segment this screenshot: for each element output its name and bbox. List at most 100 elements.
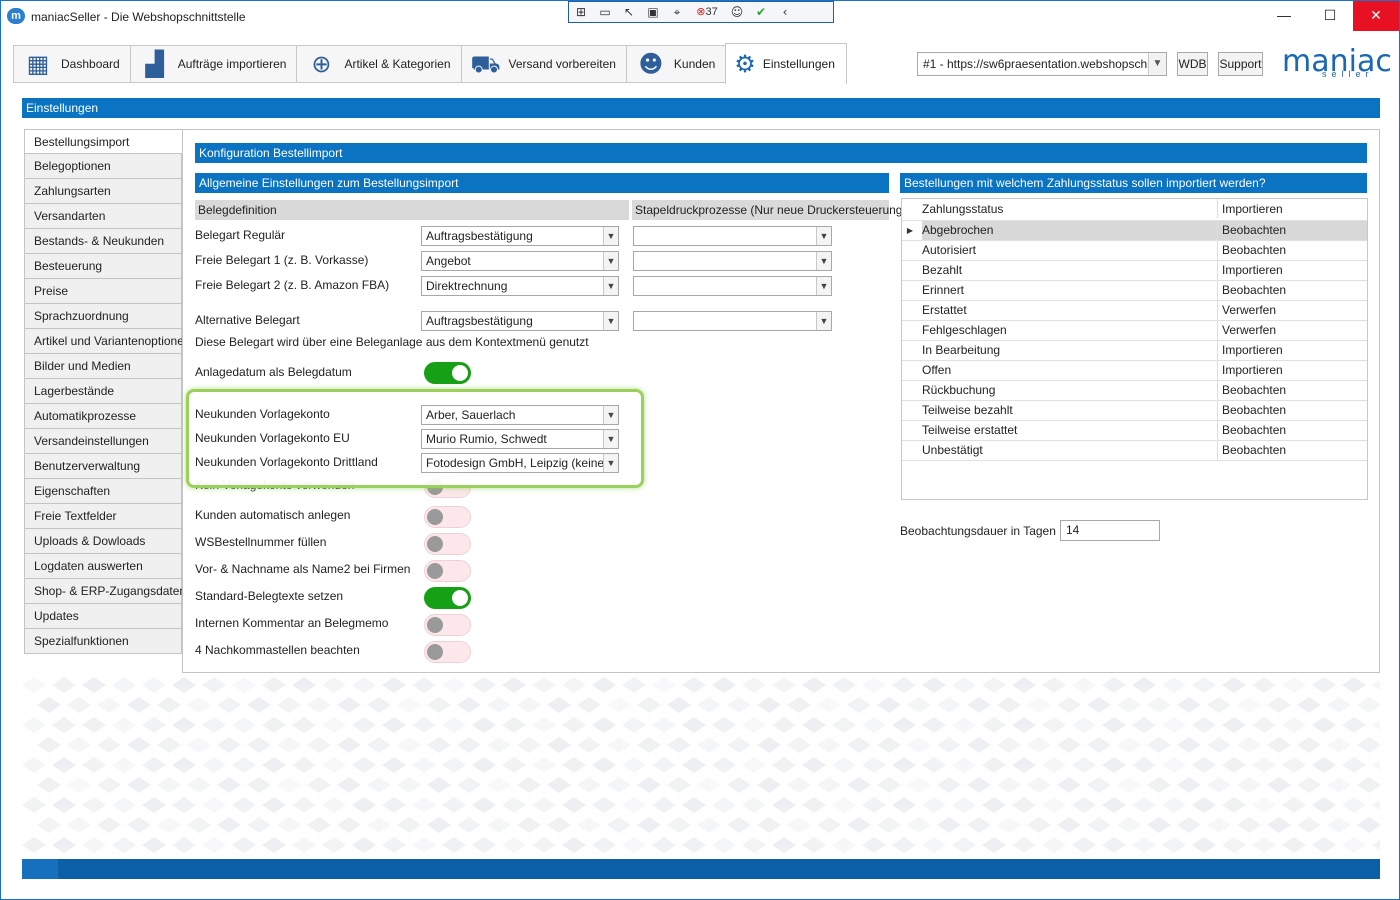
- select-element-icon[interactable]: ⊞: [569, 2, 593, 22]
- check-icon[interactable]: ✔: [749, 2, 773, 22]
- nav-item[interactable]: Versandeinstellungen: [24, 429, 182, 454]
- setting-toggle[interactable]: [424, 614, 471, 636]
- nav-item[interactable]: Bestands- & Neukunden: [24, 229, 182, 254]
- tab-einstellungen[interactable]: ⚙ Einstellungen: [725, 43, 848, 84]
- table-row[interactable]: Teilweise erstattet Beobachten: [902, 421, 1367, 441]
- nav-item[interactable]: Lagerbestände: [24, 379, 182, 404]
- action-cell[interactable]: Beobachten: [1217, 421, 1367, 440]
- nav-item[interactable]: Uploads & Dowloads: [24, 529, 182, 554]
- table-row[interactable]: Erstattet Verwerfen: [902, 301, 1367, 321]
- stapeldruck-regulaer-select[interactable]: ▼: [633, 226, 832, 246]
- setting-toggle[interactable]: [424, 533, 471, 555]
- tab-artikel[interactable]: ⊕ Artikel & Kategorien: [296, 45, 461, 83]
- setting-toggle[interactable]: [424, 560, 471, 582]
- neukunden-dritt-select[interactable]: Fotodesign GmbH, Leipzig (keine... ▼: [421, 453, 619, 473]
- action-cell[interactable]: Beobachten: [1217, 241, 1367, 260]
- nav-item[interactable]: Eigenschaften: [24, 479, 182, 504]
- tab-auftraege[interactable]: ▟ Aufträge importieren: [129, 45, 297, 83]
- stapeldruck-freie2-select[interactable]: ▼: [633, 276, 832, 296]
- days-input[interactable]: 14: [1060, 520, 1160, 541]
- tab-dashboard[interactable]: ▦ Dashboard: [13, 45, 130, 83]
- action-cell[interactable]: Beobachten: [1217, 441, 1367, 460]
- action-cell[interactable]: Verwerfen: [1217, 301, 1367, 320]
- setting-toggle[interactable]: [424, 641, 471, 663]
- frame-icon[interactable]: ▣: [641, 2, 665, 22]
- action-cell[interactable]: Beobachten: [1217, 401, 1367, 420]
- minimize-button[interactable]: —: [1261, 1, 1307, 31]
- table-row[interactable]: Rückbuchung Beobachten: [902, 381, 1367, 401]
- toggle-knob: [427, 617, 443, 633]
- chevron-down-icon[interactable]: ▼: [603, 277, 618, 295]
- tab-versand[interactable]: ⛟ Versand vorbereiten: [460, 45, 626, 83]
- status-bar-indicator: [22, 859, 58, 879]
- nav-item[interactable]: Updates: [24, 604, 182, 629]
- binding-count[interactable]: ⊗37: [689, 2, 725, 22]
- accessibility-icon[interactable]: ☺: [725, 2, 749, 22]
- table-row[interactable]: In Bearbeitung Importieren: [902, 341, 1367, 361]
- collapse-icon[interactable]: ‹: [773, 2, 797, 22]
- neukunden-select[interactable]: Arber, Sauerlach ▼: [421, 405, 619, 425]
- belegart-regulaer-select[interactable]: Auftragsbestätigung ▼: [421, 226, 619, 246]
- chevron-down-icon[interactable]: ▼: [603, 227, 618, 245]
- stapeldruck-alternative-select[interactable]: ▼: [633, 311, 832, 331]
- nav-item[interactable]: Preise: [24, 279, 182, 304]
- maximize-button[interactable]: ☐: [1307, 1, 1353, 31]
- tab-kunden[interactable]: ☻ Kunden: [625, 45, 726, 83]
- action-cell[interactable]: Verwerfen: [1217, 321, 1367, 340]
- screen-icon[interactable]: ▭: [593, 2, 617, 22]
- action-cell[interactable]: Beobachten: [1217, 281, 1367, 300]
- chevron-down-icon[interactable]: ▼: [816, 227, 831, 245]
- table-row[interactable]: ▶ Abgebrochen Beobachten: [902, 221, 1367, 241]
- chevron-down-icon[interactable]: ▼: [603, 454, 618, 472]
- neukunden-eu-select[interactable]: Murio Rumio, Schwedt ▼: [421, 429, 619, 449]
- freie-belegart2-select[interactable]: Direktrechnung ▼: [421, 276, 619, 296]
- chevron-down-icon[interactable]: ▼: [816, 252, 831, 270]
- chevron-down-icon[interactable]: ▼: [603, 312, 618, 330]
- nav-item[interactable]: Zahlungsarten: [24, 179, 182, 204]
- chevron-down-icon[interactable]: ▼: [603, 252, 618, 270]
- chevron-down-icon[interactable]: ▼: [816, 277, 831, 295]
- table-row[interactable]: Unbestätigt Beobachten: [902, 441, 1367, 461]
- freie-belegart1-select[interactable]: Angebot ▼: [421, 251, 619, 271]
- action-cell[interactable]: Importieren: [1217, 261, 1367, 280]
- table-row[interactable]: Autorisiert Beobachten: [902, 241, 1367, 261]
- chevron-down-icon[interactable]: ▼: [603, 406, 618, 424]
- nav-item[interactable]: Artikel und Variantenoptionen: [24, 329, 191, 354]
- wdb-button[interactable]: WDB: [1177, 52, 1208, 76]
- nav-item[interactable]: Bestellungsimport: [24, 129, 184, 154]
- nav-item[interactable]: Freie Textfelder: [24, 504, 182, 529]
- action-cell[interactable]: Beobachten: [1217, 221, 1367, 240]
- nav-item[interactable]: Sprachzuordnung: [24, 304, 182, 329]
- pointer-icon[interactable]: ↖: [617, 2, 641, 22]
- nav-item[interactable]: Bilder und Medien: [24, 354, 182, 379]
- shop-select[interactable]: #1 - https://sw6praesentation.webshopsch…: [917, 52, 1167, 76]
- nav-item[interactable]: Belegoptionen: [24, 154, 182, 179]
- toggle-label: Internen Kommentar an Belegmemo: [195, 616, 389, 630]
- table-row[interactable]: Teilweise bezahlt Beobachten: [902, 401, 1367, 421]
- nav-item[interactable]: Spezialfunktionen: [24, 629, 182, 654]
- cursor-icon[interactable]: ⌖: [665, 2, 689, 22]
- action-cell[interactable]: Importieren: [1217, 341, 1367, 360]
- nav-item[interactable]: Versandarten: [24, 204, 182, 229]
- setting-toggle[interactable]: [424, 587, 471, 609]
- anlagedatum-toggle[interactable]: [424, 362, 471, 384]
- table-row[interactable]: Bezahlt Importieren: [902, 261, 1367, 281]
- close-button[interactable]: ✕: [1353, 1, 1399, 31]
- chevron-down-icon[interactable]: ▼: [1148, 53, 1166, 75]
- nav-item[interactable]: Shop- & ERP-Zugangsdaten: [24, 579, 186, 604]
- nav-item[interactable]: Besteuerung: [24, 254, 182, 279]
- chevron-down-icon[interactable]: ▼: [816, 312, 831, 330]
- stapeldruck-freie1-select[interactable]: ▼: [633, 251, 832, 271]
- setting-toggle[interactable]: [424, 506, 471, 528]
- support-button[interactable]: Support: [1218, 52, 1263, 76]
- nav-item[interactable]: Benutzerverwaltung: [24, 454, 182, 479]
- chevron-down-icon[interactable]: ▼: [603, 430, 618, 448]
- nav-item[interactable]: Automatikprozesse: [24, 404, 182, 429]
- table-row[interactable]: Fehlgeschlagen Verwerfen: [902, 321, 1367, 341]
- table-row[interactable]: Offen Importieren: [902, 361, 1367, 381]
- alternative-belegart-select[interactable]: Auftragsbestätigung ▼: [421, 311, 619, 331]
- nav-item[interactable]: Logdaten auswerten: [24, 554, 182, 579]
- action-cell[interactable]: Importieren: [1217, 361, 1367, 380]
- table-row[interactable]: Erinnert Beobachten: [902, 281, 1367, 301]
- action-cell[interactable]: Beobachten: [1217, 381, 1367, 400]
